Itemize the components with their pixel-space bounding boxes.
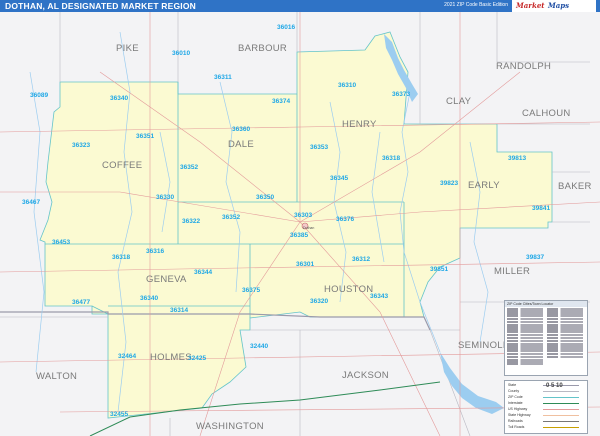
county-label-barbour: BARBOUR [238, 43, 287, 54]
legend-zip: ZIP Code [508, 395, 523, 399]
county-label-washington: WASHINGTON [196, 421, 264, 432]
legend-railroads: Railroads [508, 419, 523, 423]
county-label-coffee: COFFEE [102, 160, 142, 171]
zip-label: 36373 [392, 91, 410, 98]
legend-sample [543, 427, 579, 429]
zip-label: 39837 [526, 254, 544, 261]
city-label-dothan: Dothan [303, 226, 314, 230]
map-figure: DOTHAN, AL DESIGNATED MARKET REGION 2021… [0, 0, 600, 436]
zip-label: 36340 [110, 95, 128, 102]
map-title: DOTHAN, AL DESIGNATED MARKET REGION [5, 1, 197, 11]
locator-column [507, 308, 543, 365]
county-label-walton: WALTON [36, 371, 77, 382]
legend-toll-roads: Toll Roads [508, 425, 525, 429]
zip-label: 36352 [180, 164, 198, 171]
county-label-geneva: GENEVA [146, 274, 187, 285]
locator-column [547, 308, 583, 359]
county-label-randolph: RANDOLPH [496, 61, 551, 72]
county-label-clay: CLAY [446, 96, 472, 107]
zip-label: 36343 [370, 293, 388, 300]
edition-label: 2021 ZIP Code Basic Edition [444, 2, 508, 8]
legend-sample [543, 397, 579, 399]
zip-label: 36467 [22, 199, 40, 206]
zip-label: 36374 [272, 98, 290, 105]
zip-label: 36320 [310, 298, 328, 305]
zip-label: 36016 [277, 24, 295, 31]
zip-label: 36375 [242, 287, 260, 294]
brand-logo-mark: Market [516, 1, 545, 10]
legend-county: County [508, 389, 520, 393]
zip-label: 36344 [194, 269, 212, 276]
legend-state: State [508, 383, 517, 387]
legend-sample [543, 415, 579, 417]
zip-label: 36089 [30, 92, 48, 99]
zip-label: 36314 [170, 307, 188, 314]
legend-sample [543, 391, 579, 393]
zip-label: 36322 [182, 218, 200, 225]
brand-logo-mark-2: Maps [548, 1, 570, 10]
zip-label: 36345 [330, 175, 348, 182]
zip-label: 36477 [72, 299, 90, 306]
legend-sample [543, 421, 579, 423]
zip-label: 39823 [440, 180, 458, 187]
county-label-henry: HENRY [342, 119, 377, 130]
legend-sample [543, 409, 579, 411]
zip-label: 36303 [294, 212, 312, 219]
zip-label: 32440 [250, 343, 268, 350]
legend-state-hwy: State Highway [508, 413, 531, 417]
zip-label: 39841 [532, 205, 550, 212]
zip-label: 39851 [430, 266, 448, 273]
legend-us-highway: US Highway [508, 407, 528, 411]
county-label-seminole: SEMINOLE [458, 340, 510, 351]
county-label-dale: DALE [228, 139, 254, 150]
zip-label: 36318 [112, 254, 130, 261]
legend-sample [543, 403, 579, 405]
zip-label: 32425 [188, 355, 206, 362]
zip-locator-panel: ZIP Code Cities/Town Locator [504, 300, 588, 376]
county-label-jackson: JACKSON [342, 370, 389, 381]
county-label-holmes: HOLMES [150, 352, 192, 363]
title-bar: DOTHAN, AL DESIGNATED MARKET REGION 2021… [0, 0, 600, 12]
zip-label: 36312 [352, 256, 370, 263]
zip-label: 36350 [256, 194, 274, 201]
county-label-early: EARLY [468, 180, 500, 191]
zip-label: 36318 [382, 155, 400, 162]
zip-label: 36010 [172, 50, 190, 57]
brand-logo: Market Maps [512, 0, 596, 12]
zip-label: 36316 [146, 248, 164, 255]
county-label-pike: PIKE [116, 43, 139, 54]
zip-label: 36330 [156, 194, 174, 201]
zip-label: 32455 [110, 411, 128, 418]
scale-bar-label: 0 5 10 [546, 383, 563, 389]
zip-label: 36353 [310, 144, 328, 151]
legend-interstate: Interstate [508, 401, 523, 405]
zip-label: 36385 [290, 232, 308, 239]
zip-label: 36310 [338, 82, 356, 89]
zip-label: 36351 [136, 133, 154, 140]
zip-label: 36301 [296, 261, 314, 268]
zip-label: 36453 [52, 239, 70, 246]
zip-label: 36311 [214, 74, 232, 81]
zip-label: 32464 [118, 353, 136, 360]
zip-label: 36323 [72, 142, 90, 149]
county-label-miller: MILLER [494, 266, 530, 277]
zip-label: 36360 [232, 126, 250, 133]
county-label-houston: HOUSTON [324, 284, 373, 295]
zip-label: 36376 [336, 216, 354, 223]
county-label-calhoun: CALHOUN [522, 108, 571, 119]
locator-title: ZIP Code Cities/Town Locator [505, 301, 587, 307]
zip-label: 36352 [222, 214, 240, 221]
zip-label: 39813 [508, 155, 526, 162]
county-label-baker: BAKER [558, 181, 592, 192]
zip-label: 36340 [140, 295, 158, 302]
